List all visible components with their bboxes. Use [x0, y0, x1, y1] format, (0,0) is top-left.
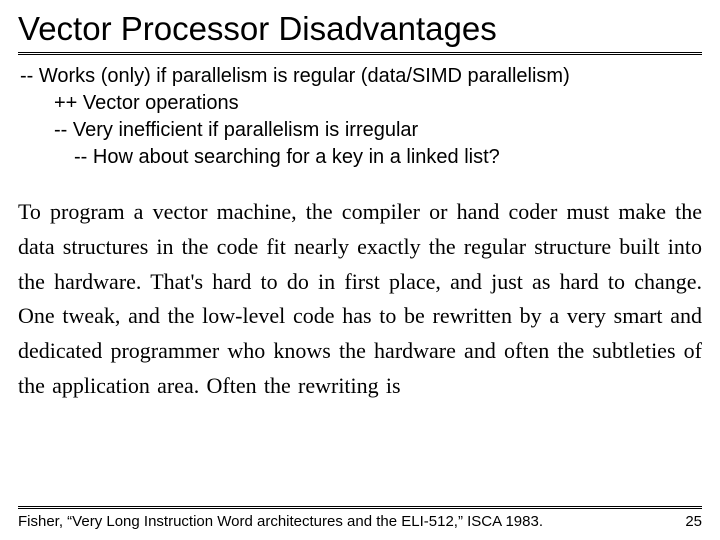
bullet-level-3: -- How about searching for a key in a li…: [74, 144, 702, 171]
bullet-level-2: ++ Vector operations: [54, 90, 702, 117]
bullet-level-1: -- Works (only) if parallelism is regula…: [20, 63, 702, 90]
quote-block: To program a vector machine, the compile…: [18, 171, 702, 506]
slide-title: Vector Processor Disadvantages: [18, 8, 702, 55]
bullet-level-2: -- Very inefficient if parallelism is ir…: [54, 117, 702, 144]
bullet-list: -- Works (only) if parallelism is regula…: [18, 55, 702, 171]
page-number: 25: [670, 513, 702, 530]
citation-text: Fisher, “Very Long Instruction Word arch…: [18, 513, 670, 530]
footer: Fisher, “Very Long Instruction Word arch…: [18, 506, 702, 540]
